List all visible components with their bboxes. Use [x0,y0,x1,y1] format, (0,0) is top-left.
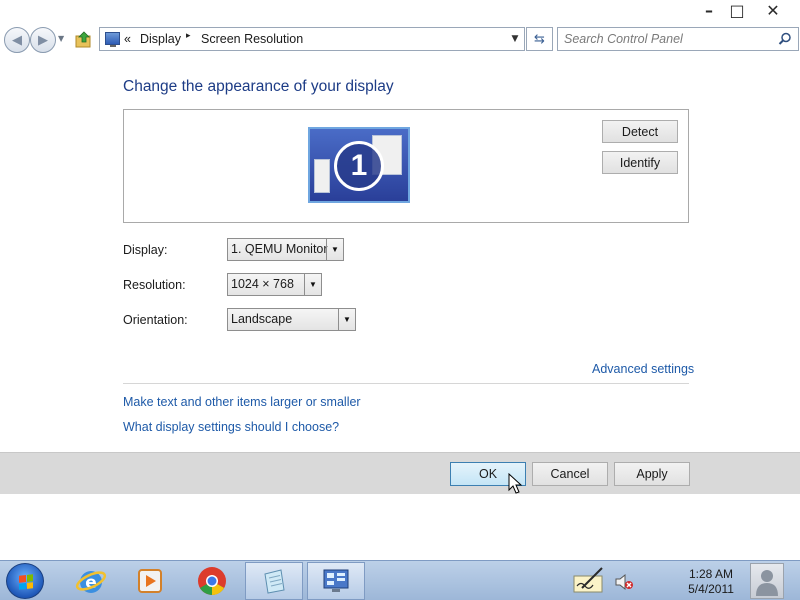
search-icon[interactable] [778,32,792,46]
start-button[interactable] [6,563,44,599]
address-bar[interactable]: « Display ▸ Screen Resolution ▼ [99,27,525,51]
refresh-icon: ⇆ [534,31,545,47]
search-box[interactable] [557,27,799,51]
notepad-icon [264,569,285,594]
orientation-select[interactable]: Landscape ▼ [227,308,356,331]
breadcrumb-screen-resolution[interactable]: Screen Resolution [201,32,303,46]
page-title: Change the appearance of your display [123,78,394,95]
display-settings-icon [105,32,120,47]
clock-date: 5/4/2011 [688,582,734,596]
breadcrumb-overflow[interactable]: « [124,32,131,46]
up-folder-icon [75,31,91,48]
taskbar-internet-explorer[interactable]: e [62,562,120,600]
orientation-select-value: Landscape [231,312,293,326]
chevron-down-icon[interactable]: ▼ [338,309,355,330]
chevron-down-icon: ▼ [58,34,65,43]
window-title-bar: – □ ✕ [0,0,800,24]
monitor-number-badge: 1 [334,141,384,191]
cancel-button[interactable]: Cancel [532,462,608,486]
user-account-button[interactable] [750,563,784,599]
detect-button[interactable]: Detect [602,120,678,143]
system-clock[interactable]: 1:28 AM 5/4/2011 [680,567,742,597]
breadcrumb-separator-icon[interactable]: ▸ [186,31,191,41]
advanced-settings-link[interactable]: Advanced settings [592,362,694,376]
recent-pages-button[interactable]: ▼ [58,34,64,43]
back-button[interactable]: ◀ [4,27,30,53]
up-button[interactable] [74,30,94,50]
display-help-link[interactable]: What display settings should I choose? [123,420,339,434]
forward-arrow-icon: ▶ [38,32,48,48]
chevron-down-icon[interactable]: ▼ [304,274,321,295]
display-select-value: 1. QEMU Monitor [231,242,328,256]
divider [123,383,689,384]
volume-muted-icon[interactable] [614,573,634,591]
main-content: Change the appearance of your display 1 … [0,56,800,452]
breadcrumb-display[interactable]: Display [140,32,181,46]
close-button[interactable]: ✕ [756,0,790,20]
user-avatar-icon [756,570,778,596]
chrome-icon [198,567,226,595]
display-select[interactable]: 1. QEMU Monitor ▼ [227,238,344,261]
orientation-label: Orientation: [123,313,188,327]
monitor-1-thumbnail[interactable]: 1 [308,127,410,203]
clock-time: 1:28 AM [688,567,734,581]
pen-input-icon[interactable] [572,566,606,596]
resolution-select[interactable]: 1024 × 768 ▼ [227,273,322,296]
taskbar-control-panel[interactable] [307,562,365,600]
identify-button[interactable]: Identify [602,151,678,174]
monitor-arrangement-panel: 1 Detect Identify [123,109,689,223]
refresh-button[interactable]: ⇆ [526,27,553,51]
control-panel-icon [323,569,349,592]
display-label: Display: [123,243,168,257]
mouse-cursor-icon [508,473,523,494]
resolution-label: Resolution: [123,278,186,292]
address-dropdown-button[interactable]: ▼ [506,28,524,50]
desktop-window-preview [314,159,330,193]
internet-explorer-icon: e [75,571,107,593]
text-size-link[interactable]: Make text and other items larger or smal… [123,395,361,409]
media-player-icon [138,569,162,593]
taskbar: e 1:28 AM 5/4/2011 [0,560,800,600]
back-arrow-icon: ◀ [12,32,22,48]
navigation-bar: ◀ ▶ ▼ « Display ▸ Screen Resolution ▼ ⇆ [0,24,800,56]
taskbar-chrome[interactable] [183,562,241,600]
taskbar-media-player[interactable] [121,562,179,600]
forward-button[interactable]: ▶ [30,27,56,53]
resolution-select-value: 1024 × 768 [231,277,294,291]
maximize-button[interactable]: □ [720,0,754,20]
taskbar-notepad[interactable] [245,562,303,600]
windows-logo-icon [19,574,33,590]
chevron-down-icon[interactable]: ▼ [326,239,343,260]
apply-button[interactable]: Apply [614,462,690,486]
dialog-footer: OK Cancel Apply [0,452,800,494]
chevron-down-icon: ▼ [511,34,519,44]
search-input[interactable] [564,31,774,47]
